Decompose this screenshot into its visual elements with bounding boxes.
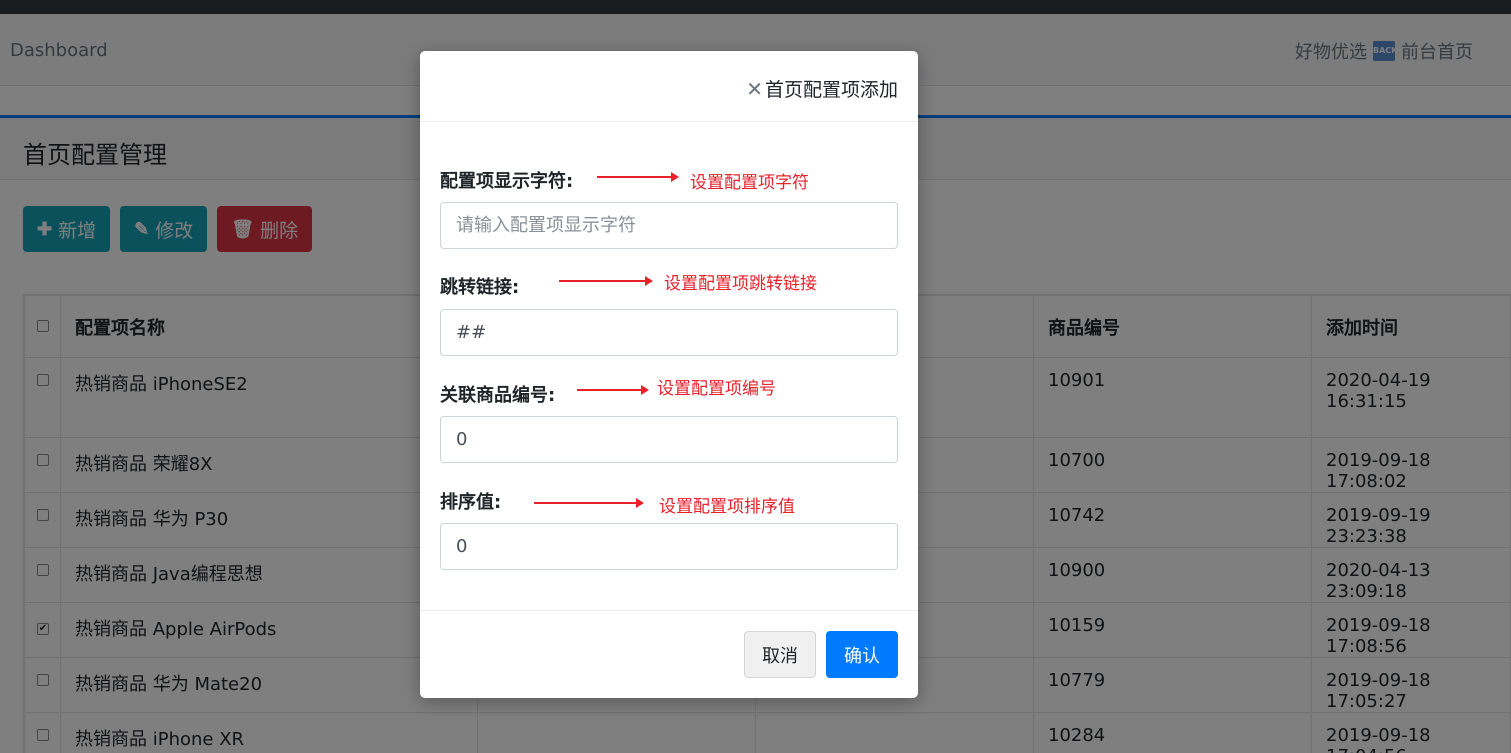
annotation-arrow bbox=[577, 385, 649, 395]
goods-id-input[interactable] bbox=[440, 416, 898, 463]
annotation-arrow bbox=[559, 276, 653, 286]
modal-footer: 取消 确认 bbox=[420, 610, 918, 698]
redirect-url-label: 跳转链接: bbox=[440, 277, 520, 298]
cancel-button[interactable]: 取消 bbox=[744, 631, 816, 678]
modal-title: 首页配置项添加 bbox=[764, 79, 898, 101]
display-text-input[interactable] bbox=[440, 202, 898, 249]
redirect-url-input[interactable] bbox=[440, 309, 898, 356]
annotation-arrow bbox=[597, 172, 679, 182]
annotation-arrow bbox=[534, 498, 644, 508]
annotation-text: 设置配置项排序值 bbox=[659, 497, 795, 517]
annotation-text: 设置配置项字符 bbox=[690, 173, 809, 193]
sort-value-label: 排序值: bbox=[440, 492, 502, 513]
annotation-text: 设置配置项编号 bbox=[657, 379, 776, 399]
modal-header: ✕ 首页配置项添加 bbox=[420, 51, 918, 122]
sort-value-input[interactable] bbox=[440, 523, 898, 570]
add-config-modal: ✕ 首页配置项添加 配置项显示字符: 设置配置项字符 跳转链接: 设置配置项跳转… bbox=[420, 51, 918, 698]
confirm-button[interactable]: 确认 bbox=[826, 631, 898, 678]
annotation-text: 设置配置项跳转链接 bbox=[664, 274, 817, 294]
close-icon[interactable]: ✕ bbox=[746, 77, 763, 101]
display-text-label: 配置项显示字符: bbox=[440, 171, 574, 192]
modal-title-wrap: ✕ 首页配置项添加 bbox=[746, 75, 898, 102]
goods-id-label: 关联商品编号: bbox=[440, 385, 556, 406]
